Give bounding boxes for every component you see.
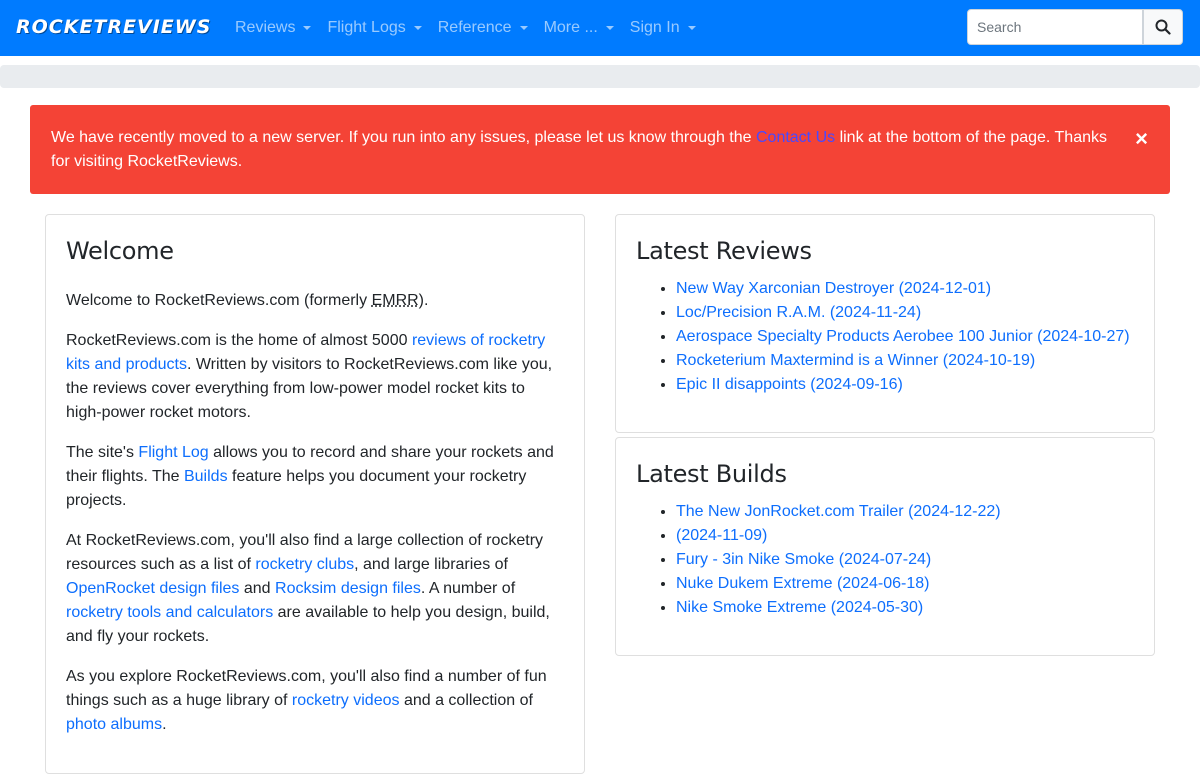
text: , and large libraries of — [354, 556, 508, 573]
search-button[interactable] — [1143, 9, 1183, 45]
review-link[interactable]: Epic II disappoints (2024-09-16) — [676, 376, 903, 393]
list-item: The New JonRocket.com Trailer (2024-12-2… — [676, 500, 1134, 524]
list-item: Rocketerium Maxtermind is a Winner (2024… — [676, 349, 1134, 373]
brand-logo[interactable]: ROCKETREVIEWS — [16, 16, 211, 38]
review-link[interactable]: New Way Xarconian Destroyer (2024-12-01) — [676, 280, 991, 297]
search-input[interactable] — [967, 9, 1143, 45]
welcome-title: Welcome — [66, 235, 564, 267]
caret-down-icon — [414, 26, 422, 30]
nav-more-label: More ... — [544, 19, 598, 37]
welcome-paragraph: Welcome to RocketReviews.com (formerly E… — [66, 289, 564, 313]
list-item: (2024-11-09) — [676, 524, 1134, 548]
caret-down-icon — [606, 26, 614, 30]
text: RocketReviews.com is the home of almost … — [66, 332, 412, 349]
review-link[interactable]: Aerospace Specialty Products Aerobee 100… — [676, 328, 1130, 345]
nav-sign-in-label: Sign In — [630, 19, 680, 37]
explore-paragraph: As you explore RocketReviews.com, you'll… — [66, 665, 564, 737]
photo-albums-link[interactable]: photo albums — [66, 716, 162, 733]
build-link[interactable]: Nuke Dukem Extreme (2024-06-18) — [676, 575, 929, 592]
nav-menu: Reviews Flight Logs Reference More ... S… — [235, 0, 712, 56]
rocketry-clubs-link[interactable]: rocketry clubs — [255, 556, 354, 573]
review-link[interactable]: Loc/Precision R.A.M. (2024-11-24) — [676, 304, 921, 321]
nav-reference-label: Reference — [438, 19, 512, 37]
resources-paragraph: At RocketReviews.com, you'll also find a… — [66, 529, 564, 649]
text: ). — [419, 292, 429, 309]
latest-builds-card: Latest Builds The New JonRocket.com Trai… — [615, 437, 1155, 656]
flight-log-paragraph: The site's Flight Log allows you to reco… — [66, 441, 564, 513]
text: . — [162, 716, 166, 733]
build-link[interactable]: (2024-11-09) — [676, 527, 767, 544]
contact-us-link[interactable]: Contact Us — [756, 129, 835, 146]
build-link[interactable]: Nike Smoke Extreme (2024-05-30) — [676, 599, 923, 616]
server-move-alert: We have recently moved to a new server. … — [30, 105, 1170, 194]
rocksim-files-link[interactable]: Rocksim design files — [275, 580, 421, 597]
tools-calculators-link[interactable]: rocketry tools and calculators — [66, 604, 273, 621]
text: and a collection of — [400, 692, 533, 709]
list-item: Loc/Precision R.A.M. (2024-11-24) — [676, 301, 1134, 325]
close-icon[interactable]: × — [1135, 127, 1148, 151]
caret-down-icon — [688, 26, 696, 30]
reviews-paragraph: RocketReviews.com is the home of almost … — [66, 329, 564, 425]
text: The site's — [66, 444, 138, 461]
alert-text-before: We have recently moved to a new server. … — [51, 129, 756, 146]
emrr-abbr: EMRR — [372, 292, 419, 309]
nav-sign-in-dropdown[interactable]: Sign In — [630, 19, 696, 37]
list-item: Fury - 3in Nike Smoke (2024-07-24) — [676, 548, 1134, 572]
build-link[interactable]: Fury - 3in Nike Smoke (2024-07-24) — [676, 551, 931, 568]
text: . A number of — [421, 580, 515, 597]
openrocket-files-link[interactable]: OpenRocket design files — [66, 580, 239, 597]
latest-reviews-title: Latest Reviews — [636, 235, 1134, 267]
breadcrumb — [0, 65, 1200, 88]
latest-builds-title: Latest Builds — [636, 458, 1134, 490]
list-item: New Way Xarconian Destroyer (2024-12-01) — [676, 277, 1134, 301]
caret-down-icon — [303, 26, 311, 30]
text: and — [239, 580, 275, 597]
latest-reviews-list: New Way Xarconian Destroyer (2024-12-01)… — [636, 277, 1134, 397]
caret-down-icon — [520, 26, 528, 30]
list-item: Aerospace Specialty Products Aerobee 100… — [676, 325, 1134, 349]
nav-flight-logs-label: Flight Logs — [327, 19, 405, 37]
navbar: ROCKETREVIEWS Reviews Flight Logs Refere… — [0, 0, 1200, 56]
latest-builds-list: The New JonRocket.com Trailer (2024-12-2… — [636, 500, 1134, 620]
nav-reviews-dropdown[interactable]: Reviews — [235, 19, 311, 37]
list-item: Epic II disappoints (2024-09-16) — [676, 373, 1134, 397]
welcome-card: Welcome Welcome to RocketReviews.com (fo… — [45, 214, 585, 774]
nav-flight-logs-dropdown[interactable]: Flight Logs — [327, 19, 421, 37]
builds-link[interactable]: Builds — [184, 468, 228, 485]
flight-log-link[interactable]: Flight Log — [138, 444, 208, 461]
nav-reference-dropdown[interactable]: Reference — [438, 19, 528, 37]
nav-more-dropdown[interactable]: More ... — [544, 19, 614, 37]
list-item: Nuke Dukem Extreme (2024-06-18) — [676, 572, 1134, 596]
nav-reviews-label: Reviews — [235, 19, 295, 37]
latest-reviews-card: Latest Reviews New Way Xarconian Destroy… — [615, 214, 1155, 433]
review-link[interactable]: Rocketerium Maxtermind is a Winner (2024… — [676, 352, 1035, 369]
list-item: Nike Smoke Extreme (2024-05-30) — [676, 596, 1134, 620]
build-link[interactable]: The New JonRocket.com Trailer (2024-12-2… — [676, 503, 1001, 520]
search-icon — [1155, 19, 1171, 35]
rocketry-videos-link[interactable]: rocketry videos — [292, 692, 400, 709]
text: Welcome to RocketReviews.com (formerly — [66, 292, 372, 309]
